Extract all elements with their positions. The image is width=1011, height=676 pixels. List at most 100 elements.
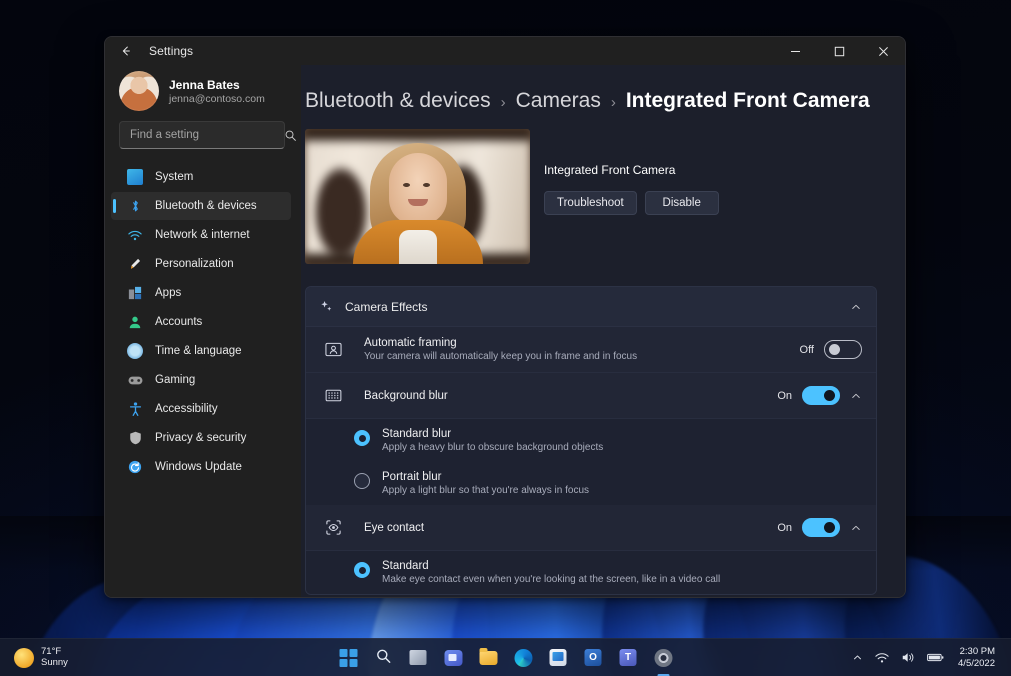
background-blur-toggle[interactable]: [802, 386, 840, 405]
maximize-button[interactable]: [817, 37, 861, 65]
sidebar-item-privacy-security[interactable]: Privacy & security: [111, 424, 291, 452]
framing-person-icon: [324, 341, 342, 359]
disable-button[interactable]: Disable: [645, 191, 719, 215]
radio-button-selected[interactable]: [354, 430, 370, 446]
option-subtitle: Apply a light blur so that you're always…: [382, 485, 589, 496]
battery-icon: [927, 652, 944, 663]
search-button[interactable]: [369, 644, 397, 672]
radio-option-standard[interactable]: Standard Make eye contact even when you'…: [306, 551, 876, 594]
avatar: [119, 71, 159, 111]
radio-option-portrait-blur[interactable]: Portrait blur Apply a light blur so that…: [306, 462, 876, 505]
sidebar-item-label: Apps: [155, 287, 181, 299]
sidebar-item-label: Accounts: [155, 316, 202, 328]
eye-contact-toggle[interactable]: [802, 518, 840, 537]
tray-overflow-button[interactable]: [846, 643, 869, 673]
sidebar-item-personalization[interactable]: Personalization: [111, 250, 291, 278]
sidebar-item-windows-update[interactable]: Windows Update: [111, 453, 291, 481]
sidebar-item-label: Privacy & security: [155, 432, 246, 444]
page-title: Integrated Front Camera: [626, 89, 870, 113]
edge-button[interactable]: [509, 644, 537, 672]
sidebar-item-label: Accessibility: [155, 403, 218, 415]
account-icon: [127, 314, 143, 330]
sidebar-item-label: Personalization: [155, 258, 234, 270]
sidebar-item-system[interactable]: System: [111, 163, 291, 191]
chat-button[interactable]: [439, 644, 467, 672]
settings-gear-icon: [654, 649, 672, 667]
taskbar: 71°F Sunny: [0, 638, 1011, 676]
microsoft-store-button[interactable]: [544, 644, 572, 672]
paintbrush-icon: [127, 256, 143, 272]
troubleshoot-button[interactable]: Troubleshoot: [544, 191, 637, 215]
option-subtitle: Make eye contact even when you're lookin…: [382, 574, 720, 585]
clock-time: 2:30 PM: [960, 646, 995, 657]
outlook-button[interactable]: [579, 644, 607, 672]
account-summary[interactable]: Jenna Bates jenna@contoso.com: [105, 65, 295, 121]
close-button[interactable]: [861, 37, 905, 65]
widgets-button[interactable]: [404, 644, 432, 672]
setting-row-eye-contact[interactable]: Eye contact On: [306, 505, 876, 551]
sparkle-icon: [320, 300, 333, 313]
system-tray: 2:30 PM 4/5/2022: [846, 642, 1011, 674]
weather-widget[interactable]: 71°F Sunny: [4, 641, 78, 675]
system-icon: [127, 169, 143, 185]
volume-button[interactable]: [895, 643, 921, 673]
camera-effects-header[interactable]: Camera Effects: [306, 287, 876, 327]
sidebar-item-accessibility[interactable]: Accessibility: [111, 395, 291, 423]
eye-contact-options: Standard Make eye contact even when you'…: [306, 551, 876, 594]
search-input[interactable]: [130, 129, 284, 141]
search-box[interactable]: [119, 121, 285, 149]
setting-row-automatic-framing[interactable]: Automatic framing Your camera will autom…: [306, 327, 876, 373]
battery-button[interactable]: [921, 643, 950, 673]
shield-icon: [127, 430, 143, 446]
sidebar-item-bluetooth-devices[interactable]: Bluetooth & devices: [111, 192, 291, 220]
radio-option-standard-blur[interactable]: Standard blur Apply a heavy blur to obsc…: [306, 419, 876, 462]
chevron-up-icon[interactable]: [850, 522, 862, 534]
option-title: Standard: [382, 560, 720, 572]
teams-button[interactable]: [614, 644, 642, 672]
update-icon: [127, 459, 143, 475]
radio-button-unselected[interactable]: [354, 473, 370, 489]
close-icon: [878, 46, 889, 57]
camera-effects-title: Camera Effects: [345, 300, 427, 314]
option-title: Standard blur: [382, 428, 603, 440]
chevron-up-icon[interactable]: [850, 390, 862, 402]
chat-icon: [444, 650, 462, 666]
sidebar-item-network-internet[interactable]: Network & internet: [111, 221, 291, 249]
window-title: Settings: [149, 44, 193, 58]
toggle-state-label: On: [777, 390, 792, 402]
sidebar-item-accounts[interactable]: Accounts: [111, 308, 291, 336]
sidebar-item-label: Windows Update: [155, 461, 242, 473]
camera-preview-row: Integrated Front Camera Troubleshoot Dis…: [301, 129, 877, 264]
settings-button[interactable]: [649, 644, 677, 672]
start-button[interactable]: [334, 644, 362, 672]
sidebar-nav: System Bluetooth & devices Network & int…: [105, 163, 295, 481]
sidebar-item-gaming[interactable]: Gaming: [111, 366, 291, 394]
chevron-right-icon: ›: [611, 94, 616, 111]
toggle-state-label: On: [777, 522, 792, 534]
breadcrumb-root[interactable]: Bluetooth & devices: [305, 89, 491, 113]
bluetooth-icon: [127, 198, 143, 214]
sidebar-item-apps[interactable]: Apps: [111, 279, 291, 307]
automatic-framing-toggle[interactable]: [824, 340, 862, 359]
setting-row-background-blur[interactable]: Background blur On: [306, 373, 876, 419]
file-explorer-button[interactable]: [474, 644, 502, 672]
edge-icon: [514, 649, 532, 667]
back-button[interactable]: [111, 38, 141, 64]
chevron-up-icon[interactable]: [850, 301, 862, 313]
sidebar-item-time-language[interactable]: Time & language: [111, 337, 291, 365]
minimize-button[interactable]: [773, 37, 817, 65]
search-icon[interactable]: [284, 129, 297, 142]
taskbar-apps: [334, 644, 677, 672]
clock-globe-icon: [127, 343, 143, 359]
windows-logo-icon: [339, 649, 357, 667]
radio-button-selected[interactable]: [354, 562, 370, 578]
breadcrumb: Bluetooth & devices › Cameras › Integrat…: [301, 89, 877, 113]
clock-button[interactable]: 2:30 PM 4/5/2022: [950, 642, 1003, 674]
toggle-state-label: Off: [800, 344, 814, 356]
breadcrumb-cameras[interactable]: Cameras: [516, 89, 601, 113]
weather-temperature: 71°F: [41, 647, 68, 658]
network-button[interactable]: [869, 643, 895, 673]
arrow-left-icon: [119, 44, 133, 58]
settings-content: Bluetooth & devices › Cameras › Integrat…: [301, 65, 905, 597]
speaker-icon: [901, 651, 915, 664]
